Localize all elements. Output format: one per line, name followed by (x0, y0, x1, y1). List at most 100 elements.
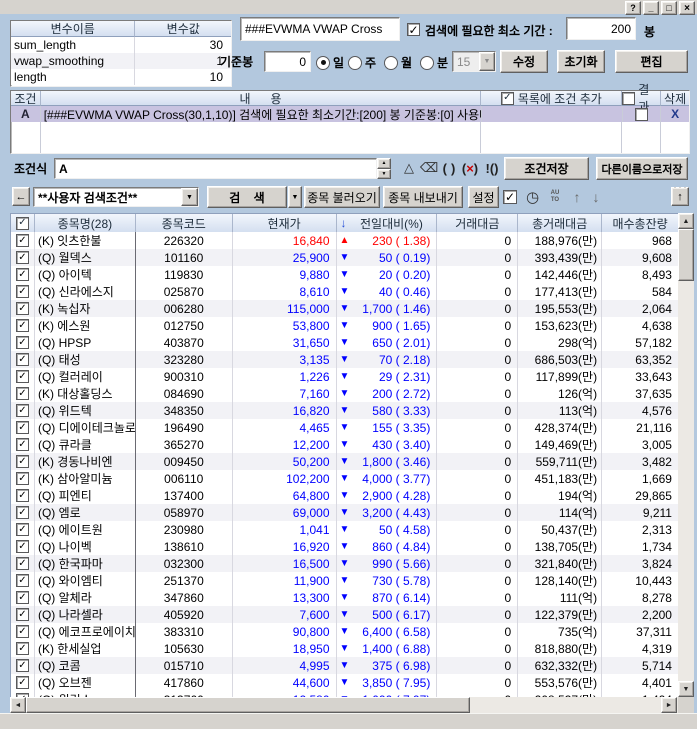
condition-header-add[interactable]: ✓ 목록에 조건 추가 (481, 91, 622, 106)
row-checkbox[interactable]: ✓ (16, 302, 29, 315)
header-price[interactable]: 현재가 (233, 214, 337, 233)
stock-row[interactable]: ✓ (Q) 와이엠티 251370 11,900 ▼ 730 ( 5.78) 0… (11, 572, 678, 589)
stock-row[interactable]: ✓ (Q) 디에이테크놀로지 196490 4,465 ▼ 155 ( 3.35… (11, 419, 678, 436)
select-all-checkbox[interactable]: ✓ (16, 217, 29, 230)
not-parentheses-icon[interactable]: !() (482, 159, 502, 177)
stock-row[interactable]: ✓ (K) 대상홀딩스 084690 7,160 ▼ 200 ( 2.72) 0… (11, 385, 678, 402)
row-checkbox[interactable]: ✓ (16, 336, 29, 349)
period-radio-month[interactable]: 월 (384, 54, 412, 71)
row-checkbox[interactable]: ✓ (16, 438, 29, 451)
condition-result-checkbox[interactable] (635, 108, 648, 121)
move-up-icon[interactable]: ↑ (570, 188, 584, 205)
stock-row[interactable]: ✓ (Q) 코콤 015710 4,995 ▼ 375 ( 6.98) 0 63… (11, 657, 678, 674)
period-radio-day[interactable]: 일 (316, 54, 344, 71)
search-button[interactable]: 검 색 (207, 186, 287, 208)
period-radio-week[interactable]: 주 (348, 54, 376, 71)
search-dropdown-button[interactable]: ▼ (288, 186, 302, 208)
variables-header-name[interactable]: 변수이름 (11, 21, 135, 37)
stock-row[interactable]: ✓ (Q) 태성 323280 3,135 ▼ 70 ( 2.18) 0 686… (11, 351, 678, 368)
row-checkbox[interactable]: ✓ (16, 421, 29, 434)
period-radio-minute[interactable]: 분 (420, 54, 448, 71)
scroll-down-button[interactable]: ▼ (678, 681, 694, 697)
toolbar-checkbox[interactable]: ✓ (503, 190, 517, 204)
stock-row[interactable]: ✓ (Q) 신라에스지 025870 8,610 ▼ 40 ( 0.46) 0 … (11, 283, 678, 300)
select-all-header[interactable]: ✓ (11, 214, 35, 233)
scroll-right-button[interactable]: ► (661, 697, 677, 713)
row-checkbox[interactable]: ✓ (16, 268, 29, 281)
dock-left-button[interactable]: ← (12, 187, 30, 206)
settings-button[interactable]: 설정 (468, 186, 499, 208)
stock-row[interactable]: ✓ (Q) 큐라클 365270 12,200 ▼ 430 ( 3.40) 0 … (11, 436, 678, 453)
stock-row[interactable]: ✓ (Q) 알체라 347860 13,300 ▼ 870 ( 6.14) 0 … (11, 589, 678, 606)
horizontal-scrollbar[interactable]: ◄ ► (10, 697, 678, 713)
stock-row[interactable]: ✓ (Q) 위드텍 348350 16,820 ▼ 580 ( 3.33) 0 … (11, 402, 678, 419)
row-checkbox[interactable]: ✓ (16, 251, 29, 264)
stock-row[interactable]: ✓ (K) 한세실업 105630 18,950 ▼ 1,400 ( 6.88)… (11, 640, 678, 657)
header-name[interactable]: 종목명(28) (35, 214, 136, 233)
stock-row[interactable]: ✓ (Q) HPSP 403870 31,650 ▼ 650 ( 2.01) 0… (11, 334, 678, 351)
row-checkbox[interactable]: ✓ (16, 404, 29, 417)
export-symbols-button[interactable]: 종목 내보내기 (383, 186, 463, 208)
row-checkbox[interactable]: ✓ (16, 353, 29, 366)
maximize-button[interactable]: □ (661, 1, 677, 15)
vertical-scroll-thumb[interactable] (678, 229, 694, 281)
row-checkbox[interactable]: ✓ (16, 608, 29, 621)
expression-spinner[interactable]: ▲ ▼ (377, 158, 391, 179)
base-bar-input[interactable]: 0 (264, 51, 311, 72)
row-checkbox[interactable]: ✓ (16, 625, 29, 638)
popup-window-button[interactable]: ↑ (671, 187, 689, 206)
row-checkbox[interactable]: ✓ (16, 642, 29, 655)
variable-row[interactable]: sum_length 30 (11, 37, 231, 53)
row-checkbox[interactable]: ✓ (16, 234, 29, 247)
stock-row[interactable]: ✓ (Q) 나라셀라 405920 7,600 ▼ 500 ( 6.17) 0 … (11, 606, 678, 623)
row-checkbox[interactable]: ✓ (16, 591, 29, 604)
triangle-icon[interactable]: △ (400, 159, 418, 177)
stock-row[interactable]: ✓ (Q) 에코프로에이치엔 383310 90,800 ▼ 6,400 ( 6… (11, 623, 678, 640)
edit-button[interactable]: 편집 (615, 50, 688, 73)
condition-delete-cell[interactable]: X (661, 106, 689, 122)
variable-row[interactable]: vwap_smoothing 1 (11, 53, 231, 69)
row-checkbox[interactable]: ✓ (16, 574, 29, 587)
min-period-checkbox[interactable]: ✓ (407, 23, 420, 36)
stock-row[interactable]: ✓ (Q) 에이트원 230980 1,041 ▼ 50 ( 4.58) 0 5… (11, 521, 678, 538)
condition-header-result[interactable]: 결과 (622, 91, 661, 106)
preset-combo[interactable]: **사용자 검색조건** ▼ (33, 187, 199, 207)
stock-row[interactable]: ✓ (Q) 피엔티 137400 64,800 ▼ 2,900 ( 4.28) … (11, 487, 678, 504)
stock-row[interactable]: ✓ (Q) 나이벡 138610 16,920 ▼ 860 ( 4.84) 0 … (11, 538, 678, 555)
stock-row[interactable]: ✓ (Q) 한국파마 032300 16,500 ▼ 990 ( 5.66) 0… (11, 555, 678, 572)
header-change[interactable]: ↓ 전일대비(%) (337, 214, 438, 233)
scroll-up-button[interactable]: ▲ (678, 213, 694, 229)
stock-row[interactable]: ✓ (K) 잇츠한불 226320 16,840 ▲ 230 ( 1.38) 0… (11, 232, 678, 249)
row-checkbox[interactable]: ✓ (16, 506, 29, 519)
stock-row[interactable]: ✓ (Q) 오브젠 417860 44,600 ▼ 3,850 ( 7.95) … (11, 674, 678, 691)
parentheses-icon[interactable]: () (440, 159, 458, 177)
stock-row[interactable]: ✓ (Q) 아이텍 119830 9,880 ▼ 20 ( 0.20) 0 14… (11, 266, 678, 283)
row-checkbox[interactable]: ✓ (16, 285, 29, 298)
expression-input[interactable]: A (54, 158, 377, 179)
close-button[interactable]: × (679, 1, 695, 15)
header-total[interactable]: 총거래대금 (518, 214, 602, 233)
vertical-scrollbar[interactable]: ▲ ▼ (678, 213, 694, 697)
clock-icon[interactable]: ◷ (524, 188, 541, 205)
result-header-checkbox[interactable] (622, 92, 635, 105)
horizontal-scroll-thumb[interactable] (26, 697, 470, 713)
save-as-button[interactable]: 다른이름으로저장 (596, 157, 688, 180)
stock-row[interactable]: ✓ (K) 삼아알미늄 006110 102,200 ▼ 4,000 ( 3.7… (11, 470, 678, 487)
modify-button[interactable]: 수정 (500, 50, 548, 73)
row-checkbox[interactable]: ✓ (16, 387, 29, 400)
row-checkbox[interactable]: ✓ (16, 455, 29, 468)
load-symbols-button[interactable]: 종목 불러오기 (304, 186, 380, 208)
auto-icon[interactable]: AUTO (547, 188, 563, 205)
row-checkbox[interactable]: ✓ (16, 557, 29, 570)
delete-parentheses-icon[interactable]: (×) (460, 159, 480, 177)
stock-row[interactable]: ✓ (Q) 엠로 058970 69,000 ▼ 3,200 ( 4.43) 0… (11, 504, 678, 521)
condition-row-a[interactable]: A [###EVWMA VWAP Cross(30,1,10)] 검색에 필요한… (11, 106, 689, 122)
condition-header-content[interactable]: 내 용 (41, 91, 481, 106)
stock-row[interactable]: ✓ (K) 녹십자 006280 115,000 ▼ 1,700 ( 1.46)… (11, 300, 678, 317)
row-checkbox[interactable]: ✓ (16, 659, 29, 672)
move-down-icon[interactable]: ↓ (589, 188, 603, 205)
row-checkbox[interactable]: ✓ (16, 319, 29, 332)
minute-select[interactable]: 15 ▼ (452, 51, 496, 72)
chevron-down-icon[interactable]: ▼ (181, 188, 198, 206)
header-volume[interactable]: 거래대금 (437, 214, 518, 233)
